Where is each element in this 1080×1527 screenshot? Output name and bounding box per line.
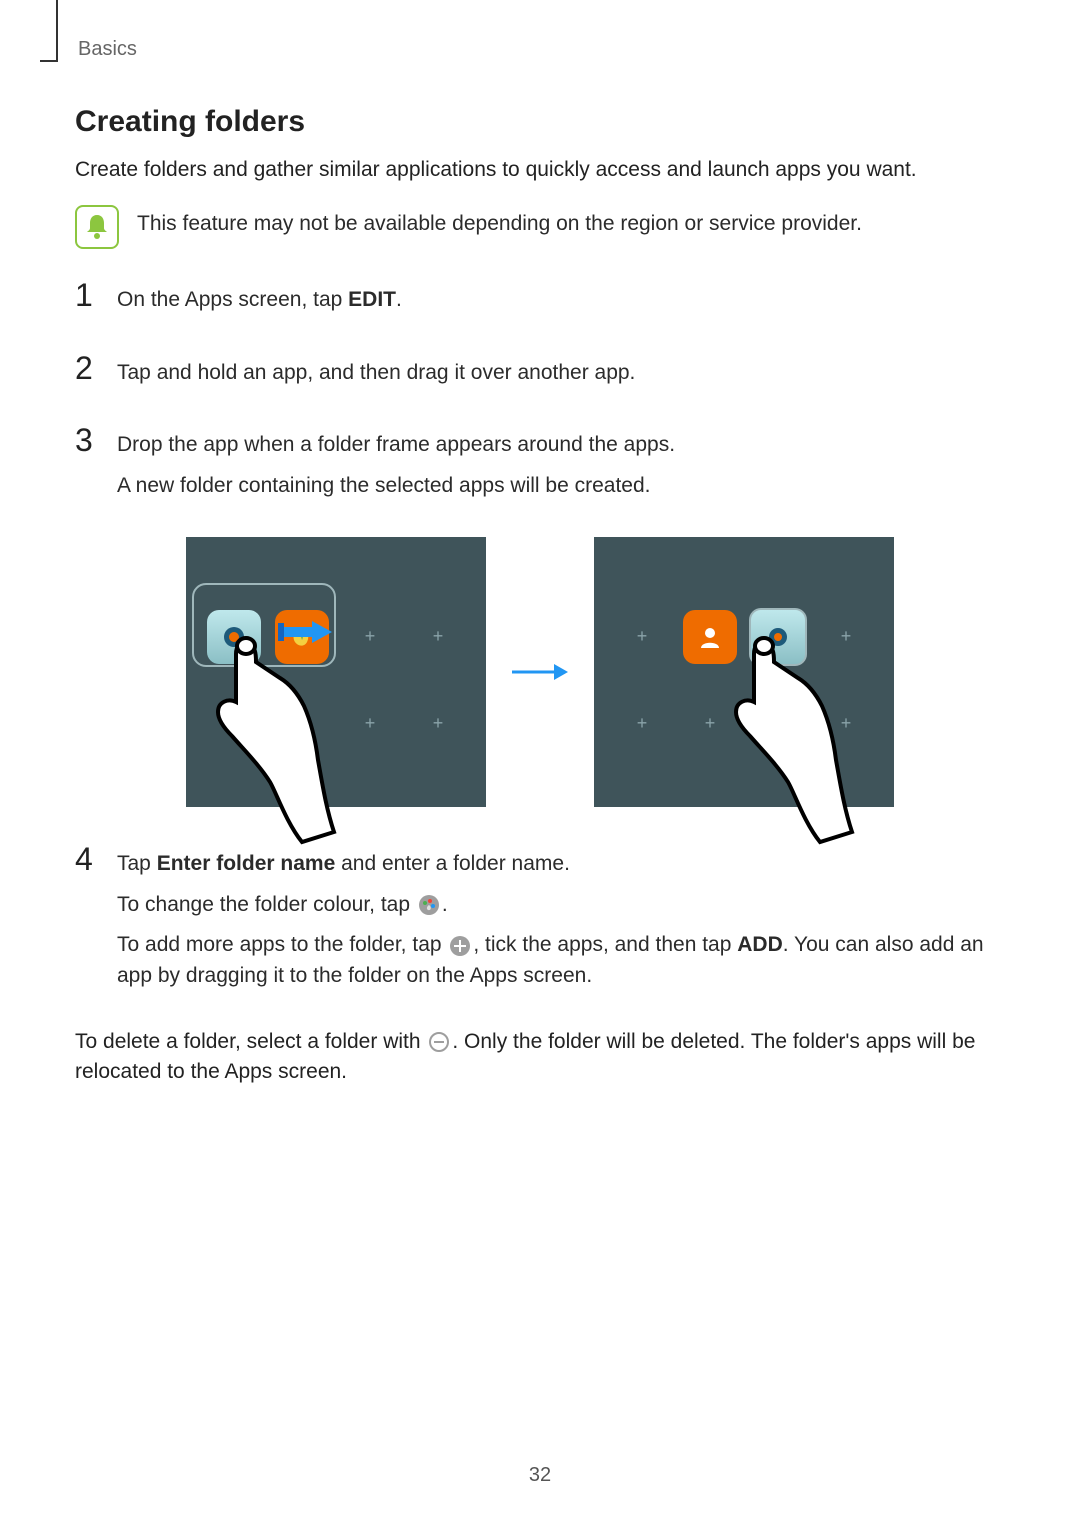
running-head: Basics	[78, 38, 137, 61]
empty-slot-icon: +	[365, 713, 376, 734]
step-body: Tap and hold an app, and then drag it ov…	[117, 352, 1005, 398]
closing-text: To delete a folder, select a folder with	[75, 1030, 426, 1053]
empty-slot-icon: +	[297, 713, 308, 734]
empty-slot-icon: +	[841, 713, 852, 734]
step-text: A new folder containing the selected app…	[117, 471, 1005, 501]
empty-slot-icon: +	[705, 713, 716, 734]
step-text: , tick the apps, and then tap	[473, 933, 737, 956]
step-text: To add more apps to the folder, tap	[117, 933, 447, 956]
step-1: 1 On the Apps screen, tap EDIT.	[75, 279, 1005, 325]
step-body: On the Apps screen, tap EDIT.	[117, 279, 1005, 325]
palette-icon	[418, 894, 440, 916]
remove-icon	[428, 1031, 450, 1053]
bell-icon	[84, 213, 110, 241]
empty-slot-icon: +	[365, 626, 376, 647]
empty-slot-icon: +	[433, 626, 444, 647]
step-text: .	[396, 288, 402, 311]
transition-arrow-icon	[510, 660, 570, 684]
step-text: Tap and hold an app, and then drag it ov…	[117, 358, 1005, 388]
step-3: 3 Drop the app when a folder frame appea…	[75, 424, 1005, 511]
camera-app-icon	[207, 610, 261, 664]
empty-slot-icon: +	[637, 713, 648, 734]
edit-label: EDIT	[348, 288, 396, 311]
note-callout: This feature may not be available depend…	[75, 203, 1005, 249]
empty-slot-icon: +	[841, 626, 852, 647]
add-icon	[449, 935, 471, 957]
add-label: ADD	[737, 933, 783, 956]
intro-paragraph: Create folders and gather similar applic…	[75, 155, 1005, 185]
step-body: Drop the app when a folder frame appears…	[117, 424, 1005, 511]
step-text: Drop the app when a folder frame appears…	[117, 430, 1005, 460]
empty-slot-icon: +	[229, 713, 240, 734]
contacts-app-icon	[683, 610, 737, 664]
empty-slot-icon: +	[433, 713, 444, 734]
closing-paragraph: To delete a folder, select a folder with…	[75, 1027, 1005, 1088]
drag-arrow-icon	[278, 617, 338, 647]
folder-icon	[749, 608, 807, 666]
step-2: 2 Tap and hold an app, and then drag it …	[75, 352, 1005, 398]
note-icon-box	[75, 205, 119, 249]
screen-after: + + + + + +	[594, 537, 894, 807]
step-text: On the Apps screen, tap	[117, 288, 348, 311]
step-text: Tap	[117, 852, 157, 875]
empty-slot-icon: +	[773, 713, 784, 734]
page-tab-mark	[40, 0, 58, 62]
empty-slot-icon: +	[637, 626, 648, 647]
page-number: 32	[0, 1464, 1080, 1487]
step-body: Tap Enter folder name and enter a folder…	[117, 843, 1005, 1001]
step-text: and enter a folder name.	[335, 852, 570, 875]
screen-before: + + + + + +	[186, 537, 486, 807]
steps-list: 1 On the Apps screen, tap EDIT. 2 Tap an…	[75, 279, 1005, 511]
step-4: 4 Tap Enter folder name and enter a fold…	[75, 843, 1005, 1001]
section-title: Creating folders	[75, 105, 1005, 139]
manual-page: Basics Creating folders Create folders a…	[0, 0, 1080, 1527]
figure-row: + + + + + +	[75, 537, 1005, 807]
note-text: This feature may not be available depend…	[137, 203, 862, 239]
steps-list-continued: 4 Tap Enter folder name and enter a fold…	[75, 843, 1005, 1001]
step-text: .	[442, 893, 448, 916]
step-number: 2	[75, 352, 99, 384]
step-number: 3	[75, 424, 99, 456]
step-text: To change the folder colour, tap	[117, 893, 416, 916]
page-content: Creating folders Create folders and gath…	[75, 0, 1005, 1088]
app-grid: + + + + + +	[608, 593, 880, 767]
step-number: 4	[75, 843, 99, 875]
step-number: 1	[75, 279, 99, 311]
enter-folder-name-label: Enter folder name	[157, 852, 336, 875]
